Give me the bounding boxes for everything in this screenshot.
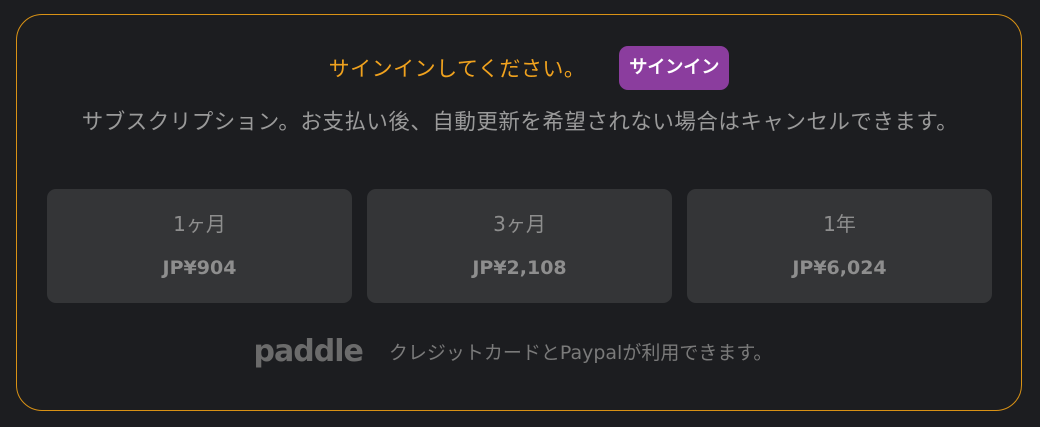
subscription-panel: サインインしてください。 サインイン サブスクリプション。お支払い後、自動更新を… (16, 14, 1022, 411)
subscription-description: サブスクリプション。お支払い後、自動更新を希望されない場合はキャンセルできます。 (81, 110, 959, 135)
signin-button[interactable]: サインイン (619, 46, 730, 90)
signin-prompt: サインインしてください。 (328, 57, 586, 81)
plan-card-1-year[interactable]: 1年 JP¥6,024 (687, 189, 992, 303)
paddle-logo: paddle (253, 333, 364, 369)
signin-row: サインインしてください。 サインイン (17, 45, 1023, 91)
plan-price: JP¥6,024 (792, 257, 887, 279)
payment-methods-text: クレジットカードとPaypalが利用できます。 (388, 341, 773, 364)
plan-options: 1ヶ月 JP¥904 3ヶ月 JP¥2,108 1年 JP¥6,024 (47, 189, 993, 303)
plan-duration: 3ヶ月 (493, 212, 546, 236)
plan-price: JP¥904 (162, 257, 237, 279)
plan-price: JP¥2,108 (472, 257, 567, 279)
plan-duration: 1年 (823, 212, 856, 236)
plan-duration: 1ヶ月 (173, 212, 226, 236)
plan-card-3-months[interactable]: 3ヶ月 JP¥2,108 (367, 189, 672, 303)
payment-footer: paddle クレジットカードとPaypalが利用できます。 (17, 331, 1023, 371)
plan-card-1-month[interactable]: 1ヶ月 JP¥904 (47, 189, 352, 303)
